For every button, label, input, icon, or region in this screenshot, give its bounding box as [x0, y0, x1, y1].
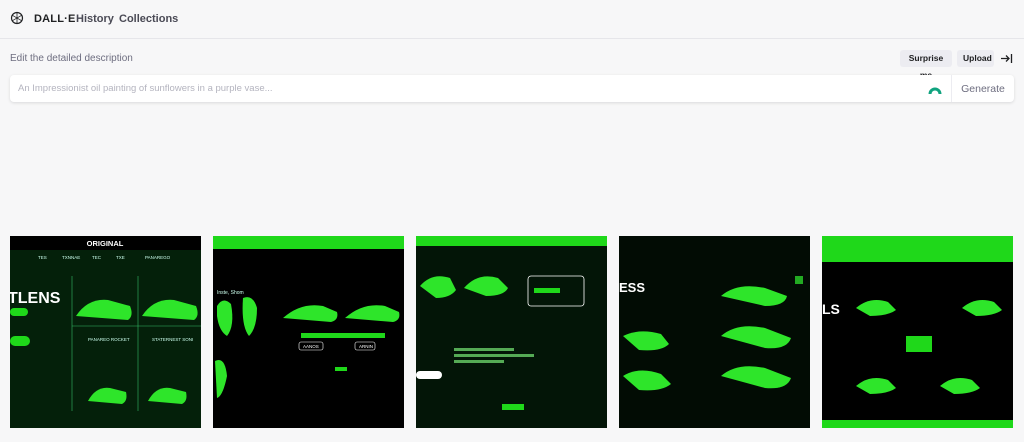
nav-collections[interactable]: Collections: [119, 13, 178, 25]
generate-button[interactable]: Generate: [952, 75, 1014, 102]
image-col: TEC: [92, 255, 102, 260]
description-label: Edit the detailed description: [10, 53, 133, 64]
nav-history[interactable]: History: [76, 13, 114, 25]
image-col: TXE: [116, 255, 125, 260]
generated-image-5[interactable]: LS: [822, 236, 1013, 428]
image-gallery: ORIGINAL TES TXNNAE TEC TXE PANAREGO TLE…: [10, 236, 1014, 428]
image-big-text: ESS: [619, 280, 645, 295]
generated-image-3[interactable]: [416, 236, 607, 428]
upload-button[interactable]: Upload: [957, 50, 994, 67]
image-col: TES: [38, 255, 47, 260]
image-caption: ARNIN: [359, 344, 373, 349]
collapse-panel-icon[interactable]: [1000, 52, 1013, 65]
image-big-text: LS: [822, 301, 840, 317]
image-caption: PANAREO ROCKET: [88, 337, 130, 342]
prompt-bar: Generate: [10, 75, 1014, 102]
image-caption: AANOS: [303, 344, 319, 349]
image-big-text: TLENS: [10, 290, 61, 307]
generated-image-2[interactable]: Inste, Shom AANOS ARNIN: [213, 236, 404, 428]
top-bar: DALL·E History Collections: [0, 0, 1024, 39]
image-col: Inste, Shom: [217, 290, 244, 296]
image-caption: STATERNEST SONI: [152, 337, 193, 342]
openai-logo-icon[interactable]: [10, 11, 24, 25]
prompt-input[interactable]: [18, 81, 898, 96]
generated-image-1[interactable]: ORIGINAL TES TXNNAE TEC TXE PANAREGO TLE…: [10, 236, 201, 428]
image-col: TXNNAE: [62, 255, 80, 260]
generated-image-4[interactable]: ESS: [619, 236, 810, 428]
image-title: ORIGINAL: [87, 239, 124, 248]
brand-title[interactable]: DALL·E: [34, 13, 76, 25]
arc-icon: [928, 87, 942, 95]
surprise-me-button[interactable]: Surprise me: [900, 50, 952, 80]
image-col: PANAREGO: [145, 255, 171, 260]
